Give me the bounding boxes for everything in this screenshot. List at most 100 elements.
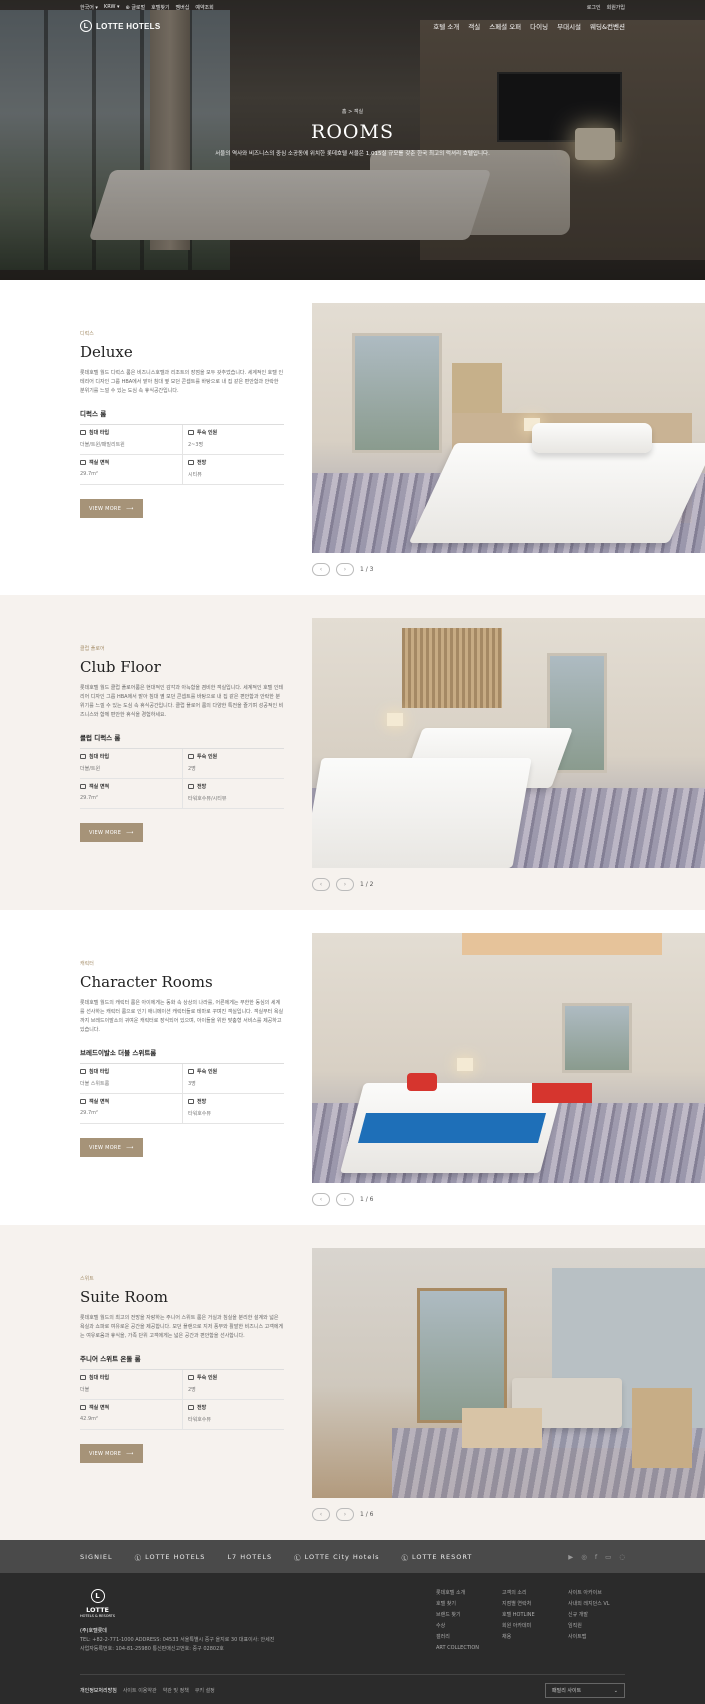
- breadcrumb-home[interactable]: 홈: [342, 109, 347, 115]
- view-icon: [188, 1405, 194, 1410]
- area-icon: [80, 784, 86, 789]
- pager-count: 1 / 6: [360, 1196, 374, 1203]
- gallery-pager: ‹ › 1 / 3: [312, 563, 373, 576]
- lotte-logo-icon: Ⓛ: [294, 1553, 302, 1562]
- next-arrow-icon[interactable]: ›: [336, 1508, 354, 1521]
- reservation-link[interactable]: 예약조회: [195, 4, 213, 11]
- room-type-title: 클럽 디럭스 룸: [80, 734, 121, 742]
- room-section-suite: 스위트 Suite Room 롯데호텔 월드의 최고의 전망을 자랑하는 주니어…: [0, 1225, 705, 1540]
- next-arrow-icon[interactable]: ›: [336, 878, 354, 891]
- blog-icon[interactable]: ▭: [605, 1553, 611, 1561]
- room-category: 캐릭터: [80, 961, 94, 967]
- brand-lotte-resort[interactable]: Ⓛ LOTTE RESORT: [402, 1552, 473, 1562]
- arrow-right-icon: ⟶: [126, 505, 134, 512]
- room-photo: [312, 303, 705, 553]
- chat-icon[interactable]: ◌: [619, 1553, 625, 1561]
- pager-count: 1 / 2: [360, 881, 374, 888]
- prev-arrow-icon[interactable]: ‹: [312, 878, 330, 891]
- family-site-select[interactable]: 패밀리 사이트 ⌄: [545, 1683, 625, 1698]
- brand-lotte-city-hotels[interactable]: Ⓛ LOTTE City Hotels: [294, 1552, 379, 1562]
- view-more-button[interactable]: VIEW MORE ⟶: [80, 499, 143, 518]
- view-more-button[interactable]: VIEW MORE ⟶: [80, 1444, 143, 1463]
- footer-link[interactable]: 호텔 HOTLINE: [502, 1610, 548, 1621]
- room-category: 디럭스: [80, 331, 94, 337]
- view-more-button[interactable]: VIEW MORE ⟶: [80, 823, 143, 842]
- gallery-pager: ‹ › 1 / 2: [312, 878, 373, 891]
- nav-item-about[interactable]: 호텔 소개: [433, 21, 459, 31]
- nav-item-dining[interactable]: 다이닝: [530, 21, 548, 31]
- people-icon: [188, 430, 194, 435]
- lotte-logo-icon: Ⓛ: [401, 1553, 410, 1562]
- bed-icon: [80, 430, 86, 435]
- footer-link[interactable]: ART COLLECTION: [436, 1643, 482, 1654]
- room-category: 클럽 플로어: [80, 646, 105, 652]
- next-arrow-icon[interactable]: ›: [336, 563, 354, 576]
- view-icon: [188, 784, 194, 789]
- footer-link[interactable]: 회원 아카데미: [502, 1621, 548, 1632]
- footer-logo[interactable]: L LOTTE HOTELS & RESORTS: [80, 1589, 115, 1618]
- chevron-down-icon: ⌄: [613, 1687, 618, 1694]
- main-nav: L LOTTE HOTELS 호텔 소개 객실 스페셜 오퍼 다이닝 부대시설 …: [0, 16, 705, 36]
- footer-link[interactable]: 갤러리: [436, 1632, 482, 1643]
- footer-link[interactable]: 호텔 찾기: [436, 1599, 482, 1610]
- spec-occupancy: 투숙 인원 3명: [182, 1064, 284, 1094]
- room-type-title: 디럭스 룸: [80, 410, 107, 418]
- gallery-pager: ‹ › 1 / 6: [312, 1193, 373, 1206]
- footer-link[interactable]: 사내외 레지던스 VL: [568, 1599, 628, 1610]
- footer-link[interactable]: 롯데호텔 소개: [436, 1588, 482, 1599]
- spec-bed-type: 침대 타입 더블/트윈/패밀리트윈: [80, 425, 182, 455]
- find-hotel-link[interactable]: 호텔찾기: [151, 4, 169, 11]
- signup-link[interactable]: 회원가입: [607, 4, 625, 11]
- room-photo: [312, 618, 705, 868]
- terms-link[interactable]: 사이트 이용약관: [123, 1687, 157, 1694]
- footer-link[interactable]: 사이트맵: [568, 1632, 628, 1643]
- spec-occupancy: 투숙 인원 2명: [182, 1370, 284, 1400]
- room-photo: [312, 1248, 705, 1498]
- membership-link[interactable]: 멤버십: [176, 4, 190, 11]
- cookie-settings-link[interactable]: 쿠키 설정: [195, 1687, 215, 1694]
- footer-link[interactable]: 지점별 연락처: [502, 1599, 548, 1610]
- privacy-policy-link[interactable]: 개인정보처리방침: [80, 1687, 117, 1694]
- breadcrumb-rooms[interactable]: 객실: [354, 109, 363, 115]
- prev-arrow-icon[interactable]: ‹: [312, 563, 330, 576]
- nav-item-facilities[interactable]: 부대시설: [557, 21, 581, 31]
- instagram-icon[interactable]: ◎: [581, 1553, 587, 1561]
- pager-count: 1 / 6: [360, 1511, 374, 1518]
- room-category: 스위트: [80, 1276, 94, 1282]
- spec-view: 전망 타워호수뷰: [182, 1400, 284, 1430]
- prev-arrow-icon[interactable]: ‹: [312, 1193, 330, 1206]
- nav-item-offers[interactable]: 스페셜 오퍼: [489, 21, 521, 31]
- footer-link[interactable]: 임직원: [568, 1621, 628, 1632]
- room-title: Club Floor: [80, 658, 161, 676]
- footer-link[interactable]: 브랜드 찾기: [436, 1610, 482, 1621]
- nav-item-rooms[interactable]: 객실: [468, 21, 480, 31]
- view-icon: [188, 1099, 194, 1104]
- nav-item-wedding[interactable]: 웨딩&컨벤션: [590, 21, 625, 31]
- people-icon: [188, 754, 194, 759]
- room-description: 롯데호텔 월드의 캐릭터 룸은 아이에게는 동화 속 상상의 나라를, 어른에게…: [80, 1000, 284, 1033]
- top-utility-bar: 한국어 ▾ KRW ▾ ⊕ 글로벌 호텔찾기 멤버십 예약조회 로그인 회원가입: [0, 0, 705, 14]
- footer-link[interactable]: 채용: [502, 1632, 548, 1643]
- brand-signiel[interactable]: SIGNIEL: [80, 1553, 113, 1561]
- facebook-icon[interactable]: f: [595, 1553, 597, 1561]
- prev-arrow-icon[interactable]: ‹: [312, 1508, 330, 1521]
- next-arrow-icon[interactable]: ›: [336, 1193, 354, 1206]
- footer-links: 롯데호텔 소개 호텔 찾기 브랜드 찾기 수상 갤러리 ART COLLECTI…: [436, 1588, 628, 1654]
- view-more-button[interactable]: VIEW MORE ⟶: [80, 1138, 143, 1157]
- policy-link[interactable]: 약관 및 정책: [163, 1687, 189, 1694]
- footer-link[interactable]: 수상: [436, 1621, 482, 1632]
- footer-link[interactable]: 고객의 소리: [502, 1588, 548, 1599]
- brand-l7-hotels[interactable]: L7 HOTELS: [227, 1553, 272, 1561]
- area-icon: [80, 1405, 86, 1410]
- login-link[interactable]: 로그인: [587, 4, 601, 11]
- footer-link[interactable]: 신규 개발: [568, 1610, 628, 1621]
- language-select[interactable]: 한국어 ▾: [80, 4, 98, 11]
- youtube-icon[interactable]: ▶: [568, 1553, 573, 1561]
- brand-lotte-hotels[interactable]: Ⓛ LOTTE HOTELS: [135, 1552, 206, 1562]
- global-link[interactable]: ⊕ 글로벌: [126, 4, 146, 11]
- logo[interactable]: L LOTTE HOTELS: [80, 20, 161, 32]
- spec-view: 전망 시티뷰: [182, 455, 284, 485]
- currency-select[interactable]: KRW ▾: [104, 4, 120, 11]
- footer-link[interactable]: 사이트 아카이브: [568, 1588, 628, 1599]
- spec-bed-type: 침대 타입 더블 스위트룸: [80, 1064, 182, 1094]
